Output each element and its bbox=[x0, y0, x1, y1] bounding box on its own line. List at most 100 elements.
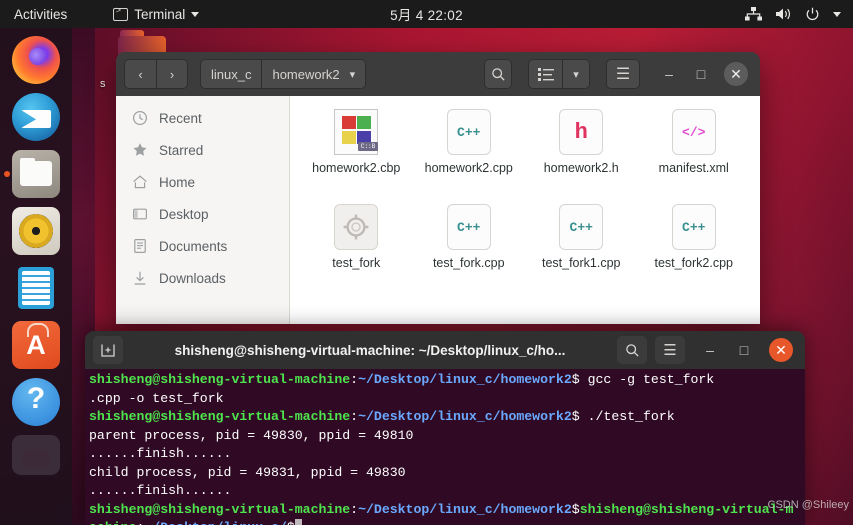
ubuntu-software-icon bbox=[12, 321, 60, 369]
terminal-search-button[interactable] bbox=[617, 336, 647, 364]
sidebar-item-label: Desktop bbox=[159, 206, 209, 222]
file-icon: C++ bbox=[445, 108, 493, 156]
breadcrumb-item-linux_c[interactable]: linux_c bbox=[200, 59, 262, 89]
sidebar-item-label: Documents bbox=[159, 238, 228, 254]
dock-item-trash[interactable] bbox=[12, 435, 60, 483]
file-item-homework2-h[interactable]: h homework2.h bbox=[526, 108, 636, 203]
dock-item-libreoffice-writer[interactable] bbox=[12, 264, 60, 312]
codeblocks-project-icon: C::B bbox=[334, 109, 379, 155]
file-icon: C++ bbox=[557, 203, 605, 251]
maximize-button[interactable]: □ bbox=[692, 65, 710, 83]
thunderbird-icon bbox=[12, 93, 60, 141]
desktop-screen: s ‹ › linux_c homework2 ▾ ▾ ☰ – □ ✕ Rece… bbox=[0, 0, 853, 525]
running-indicator-dot bbox=[4, 171, 10, 177]
sidebar-item-label: Recent bbox=[159, 110, 202, 126]
documents-icon bbox=[134, 239, 146, 254]
minimize-button[interactable]: – bbox=[660, 65, 678, 83]
volume-icon bbox=[776, 8, 790, 20]
help-icon bbox=[12, 378, 60, 426]
dock-item-firefox[interactable] bbox=[12, 36, 60, 84]
list-view-icon bbox=[537, 68, 554, 81]
file-label: test_fork bbox=[332, 256, 381, 270]
file-item-manifest-xml[interactable]: </> manifest.xml bbox=[639, 108, 749, 203]
c-header-icon: h bbox=[559, 109, 604, 155]
files-icon-grid: C::B homework2.cbp C++ homework2.cpp h h… bbox=[290, 96, 760, 324]
files-header-bar: ‹ › linux_c homework2 ▾ ▾ ☰ – □ ✕ bbox=[116, 52, 760, 96]
terminal-window[interactable]: shisheng@shisheng-virtual-machine: ~/Des… bbox=[85, 331, 805, 525]
breadcrumb-item-homework2[interactable]: homework2 ▾ bbox=[261, 59, 367, 89]
ubuntu-dock bbox=[0, 28, 72, 525]
system-tray[interactable] bbox=[745, 7, 841, 22]
breadcrumb: linux_c homework2 ▾ bbox=[200, 59, 367, 89]
file-label: test_fork1.cpp bbox=[541, 256, 621, 270]
close-button[interactable]: ✕ bbox=[724, 62, 748, 86]
file-icon: C++ bbox=[670, 203, 718, 251]
clock[interactable]: 5月 4 22:02 bbox=[0, 4, 853, 24]
files-window[interactable]: ‹ › linux_c homework2 ▾ ▾ ☰ – □ ✕ Recent… bbox=[116, 52, 760, 324]
list-view-button[interactable] bbox=[528, 59, 562, 89]
file-label: homework2.cpp bbox=[424, 161, 513, 175]
terminal-window-buttons: – □ ✕ bbox=[701, 338, 793, 362]
terminal-output[interactable]: shisheng@shisheng-virtual-machine:~/Desk… bbox=[85, 369, 805, 525]
desktop-icon bbox=[133, 208, 148, 220]
file-type-glyph: C++ bbox=[569, 219, 593, 235]
file-label: homework2.h bbox=[543, 161, 619, 175]
file-label: test_fork.cpp bbox=[432, 256, 505, 270]
sidebar-item-recent[interactable]: Recent bbox=[116, 102, 289, 134]
sidebar-item-label: Starred bbox=[159, 142, 204, 158]
file-icon bbox=[332, 203, 380, 251]
forward-button[interactable]: › bbox=[156, 59, 188, 89]
file-type-glyph: h bbox=[574, 119, 588, 145]
cpp-source-icon: C++ bbox=[559, 204, 604, 250]
sidebar-item-documents[interactable]: Documents bbox=[116, 230, 289, 262]
dock-item-help[interactable] bbox=[12, 378, 60, 426]
sidebar-item-starred[interactable]: Starred bbox=[116, 134, 289, 166]
cbp-tag-label: C::B bbox=[357, 142, 379, 151]
nav-buttons-group: ‹ › bbox=[124, 59, 188, 89]
file-type-glyph: C++ bbox=[457, 124, 481, 140]
gear-icon bbox=[343, 214, 369, 240]
executable-icon bbox=[334, 204, 379, 250]
trash-icon bbox=[12, 435, 60, 475]
file-item-test-fork1-cpp[interactable]: C++ test_fork1.cpp bbox=[526, 203, 636, 298]
back-button[interactable]: ‹ bbox=[124, 59, 156, 89]
view-options-dropdown[interactable]: ▾ bbox=[562, 59, 590, 89]
file-item-test-fork2-cpp[interactable]: C++ test_fork2.cpp bbox=[639, 203, 749, 298]
dock-item-thunderbird[interactable] bbox=[12, 93, 60, 141]
view-controls-group bbox=[484, 59, 520, 89]
terminal-title: shisheng@shisheng-virtual-machine: ~/Des… bbox=[174, 342, 566, 358]
dock-item-rhythmbox[interactable] bbox=[12, 207, 60, 255]
gnome-top-bar: Activities Terminal 5月 4 22:02 bbox=[0, 0, 853, 28]
dock-item-files[interactable] bbox=[4, 150, 60, 198]
files-body: Recent Starred Home Desktop Documents Do… bbox=[116, 96, 760, 324]
minimize-button[interactable]: – bbox=[701, 341, 719, 359]
desktop-stray-text: s bbox=[100, 78, 106, 90]
terminal-menu-button[interactable]: ☰ bbox=[655, 336, 685, 364]
file-label: manifest.xml bbox=[658, 161, 729, 175]
search-button[interactable] bbox=[484, 59, 512, 89]
close-button[interactable]: ✕ bbox=[769, 338, 793, 362]
file-type-glyph: C++ bbox=[682, 219, 706, 235]
file-item-homework2-cpp[interactable]: C++ homework2.cpp bbox=[414, 108, 524, 203]
file-item-test-fork[interactable]: test_fork bbox=[301, 203, 411, 298]
chevron-down-icon: ▾ bbox=[349, 68, 356, 81]
file-item-homework2-cbp[interactable]: C::B homework2.cbp bbox=[301, 108, 411, 203]
file-item-test-fork-cpp[interactable]: C++ test_fork.cpp bbox=[414, 203, 524, 298]
libreoffice-writer-icon bbox=[12, 264, 60, 312]
sidebar-item-label: Home bbox=[159, 174, 196, 190]
sidebar-item-downloads[interactable]: Downloads bbox=[116, 262, 289, 294]
dock-item-ubuntu-software[interactable] bbox=[12, 321, 60, 369]
search-icon bbox=[625, 343, 639, 357]
new-tab-button[interactable] bbox=[93, 336, 123, 364]
list-view-group: ▾ bbox=[528, 59, 590, 89]
sidebar-item-home[interactable]: Home bbox=[116, 166, 289, 198]
file-type-glyph: </> bbox=[682, 124, 706, 140]
cpp-source-icon: C++ bbox=[671, 204, 716, 250]
cpp-source-icon: C++ bbox=[446, 204, 491, 250]
files-menu-button[interactable]: ☰ bbox=[606, 59, 640, 89]
maximize-button[interactable]: □ bbox=[735, 341, 753, 359]
chevron-down-icon[interactable] bbox=[833, 11, 841, 17]
search-icon bbox=[491, 67, 505, 81]
network-icon bbox=[745, 7, 762, 21]
sidebar-item-desktop[interactable]: Desktop bbox=[116, 198, 289, 230]
